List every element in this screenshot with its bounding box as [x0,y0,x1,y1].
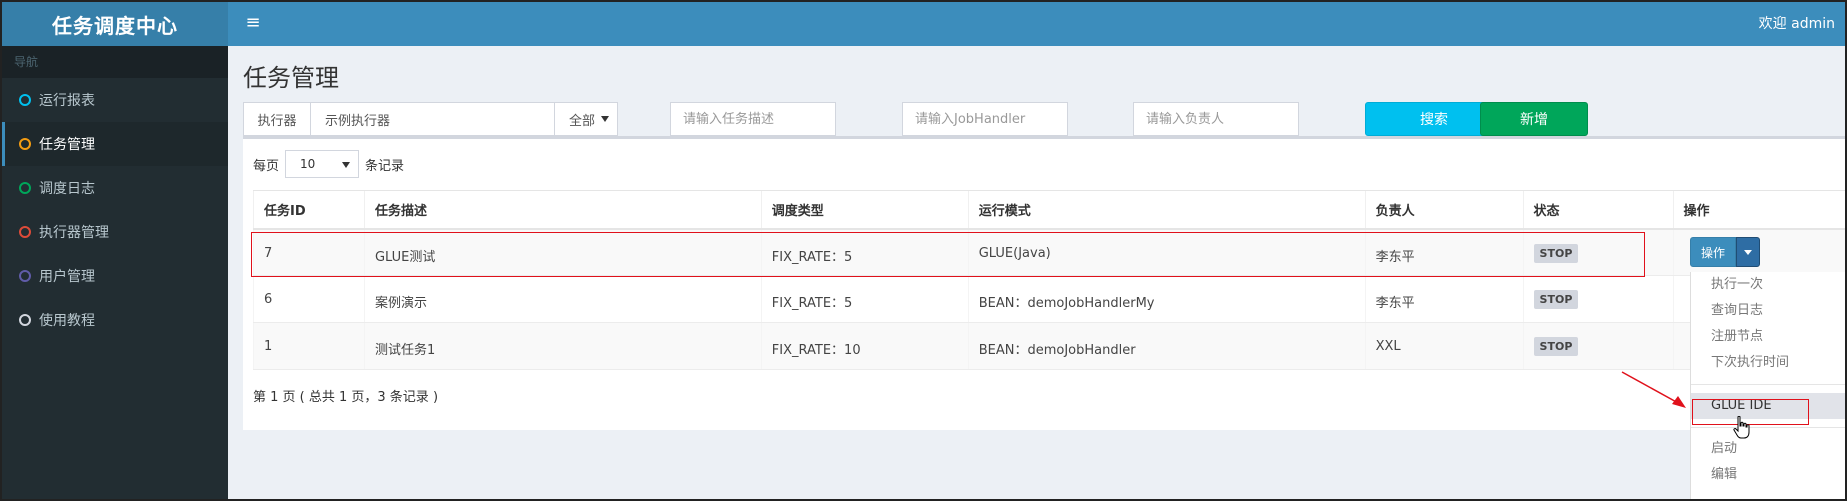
circle-icon [19,94,31,106]
operation-button[interactable]: 操作 [1690,237,1736,267]
job-table: 任务ID 任务描述 调度类型 运行模式 负责人 状态 操作 7 GLUE测试 F… [253,190,1845,370]
menu-item-start[interactable]: 启动 [1691,436,1847,462]
sidebar-item-logs[interactable]: 调度日志 [2,166,228,210]
status-badge: STOP [1533,243,1579,263]
menu-item-query-log[interactable]: 查询日志 [1691,298,1847,324]
chevron-down-icon [342,162,351,168]
pagination-info: 第 1 页 ( 总共 1 页，3 条记录 ) [253,390,439,405]
menu-item-trigger-once[interactable]: 执行一次 [1691,272,1847,298]
sidebar-item-help[interactable]: 使用教程 [2,298,228,342]
cell-status: STOP [1522,228,1673,276]
cell-mode: GLUE(Java) [967,228,1366,276]
sidebar-item-label: 使用教程 [39,313,95,329]
cell-author: XXL [1364,322,1524,370]
executor-select[interactable]: 示例执行器 [310,102,574,136]
status-select[interactable]: 全部 [554,102,618,136]
executor-label: 执行器 [243,102,311,136]
menu-item-registry-nodes[interactable]: 注册节点 [1691,324,1847,350]
column-header-schedule[interactable]: 调度类型 [760,190,969,230]
sidebar-item-label: 调度日志 [39,181,95,197]
cell-desc: GLUE测试 [363,228,762,276]
cell-schedule: FIX_RATE：5 [760,228,969,276]
page-size-suffix: 条记录 [365,158,405,174]
annotation-arrow-icon [1621,371,1686,408]
operation-dropdown-menu: 执行一次 查询日志 注册节点 下次执行时间 GLUE IDE 启动 编辑 [1690,272,1847,501]
table-row[interactable]: 1 测试任务1 FIX_RATE：10 BEAN：demoJobHandler … [253,322,1845,370]
cell-author: 李东平 [1364,228,1524,276]
cell-status: STOP [1522,322,1673,370]
menu-item-next-trigger-time[interactable]: 下次执行时间 [1691,350,1847,376]
column-header-desc[interactable]: 任务描述 [363,190,762,230]
circle-icon [19,314,31,326]
cell-schedule: FIX_RATE：10 [760,322,969,370]
cell-mode: BEAN：demoJobHandler [967,322,1366,370]
cell-mode: BEAN：demoJobHandlerMy [967,275,1366,323]
page-size-value: 10 [300,157,316,171]
cell-author: 李东平 [1364,275,1524,323]
table-header-row: 任务ID 任务描述 调度类型 运行模式 负责人 状态 操作 [253,190,1845,230]
menu-item-glue-ide[interactable]: GLUE IDE [1691,393,1847,419]
sidebar-item-report[interactable]: 运行报表 [2,78,228,122]
nav-header: 导航 [2,46,228,78]
user-menu[interactable]: 欢迎 admin [1759,2,1835,46]
cell-status: STOP [1522,275,1673,323]
column-header-actions: 操作 [1672,190,1845,230]
page-title: 任务管理 [243,64,339,92]
status-select-value: 全部 [569,113,596,129]
cell-schedule: FIX_RATE：5 [760,275,969,323]
sidebar: 任务调度中心 导航 运行报表 任务管理 调度日志 执行器管理 用户管理 使用教程 [2,2,228,499]
table-row[interactable]: 6 案例演示 FIX_RATE：5 BEAN：demoJobHandlerMy … [253,275,1845,323]
filter-bar: 执行器 示例执行器 全部 搜索 新增 [243,102,1845,138]
operation-button-group: 操作 [1690,237,1760,267]
menu-item-edit[interactable]: 编辑 [1691,462,1847,488]
circle-icon [19,182,31,194]
cell-id: 1 [253,322,365,370]
column-header-status[interactable]: 状态 [1522,190,1673,230]
app-logo[interactable]: 任务调度中心 [2,2,228,46]
status-badge: STOP [1533,290,1579,309]
cell-id: 6 [253,275,365,323]
job-desc-input[interactable] [670,102,836,136]
sidebar-item-jobs[interactable]: 任务管理 [2,122,228,166]
menu-divider [1691,427,1847,428]
status-badge: STOP [1533,337,1579,356]
job-handler-input[interactable] [902,102,1068,136]
circle-icon [19,138,31,150]
menu-divider [1691,384,1847,385]
author-input[interactable] [1133,102,1299,136]
top-navbar: ≡ 欢迎 admin [228,2,1845,46]
sidebar-item-label: 执行器管理 [39,225,109,241]
sidebar-item-executors[interactable]: 执行器管理 [2,210,228,254]
circle-icon [19,270,31,282]
sidebar-item-label: 用户管理 [39,269,95,285]
executor-select-value: 示例执行器 [325,113,391,129]
chevron-down-icon [601,116,609,122]
column-header-id[interactable]: 任务ID [253,190,365,230]
sidebar-item-users[interactable]: 用户管理 [2,254,228,298]
page-size-select[interactable]: 10 [285,150,360,178]
sidebar-item-label: 任务管理 [39,137,95,153]
cell-id: 7 [253,228,365,276]
column-header-mode[interactable]: 运行模式 [967,190,1366,230]
hand-cursor-icon [1733,416,1750,439]
caret-down-icon [1744,250,1752,255]
menu-toggle-icon[interactable]: ≡ [238,2,268,46]
page-size-control: 每页 10 条记录 [253,150,404,178]
table-row[interactable]: 7 GLUE测试 FIX_RATE：5 GLUE(Java) 李东平 STOP [253,228,1845,276]
cell-desc: 测试任务1 [363,322,762,370]
column-header-author[interactable]: 负责人 [1364,190,1524,230]
operation-dropdown-toggle[interactable] [1736,237,1760,267]
add-job-button[interactable]: 新增 [1480,102,1588,136]
circle-icon [19,226,31,238]
sidebar-item-label: 运行报表 [39,93,95,109]
cell-desc: 案例演示 [363,275,762,323]
page-size-prefix: 每页 [253,158,280,174]
